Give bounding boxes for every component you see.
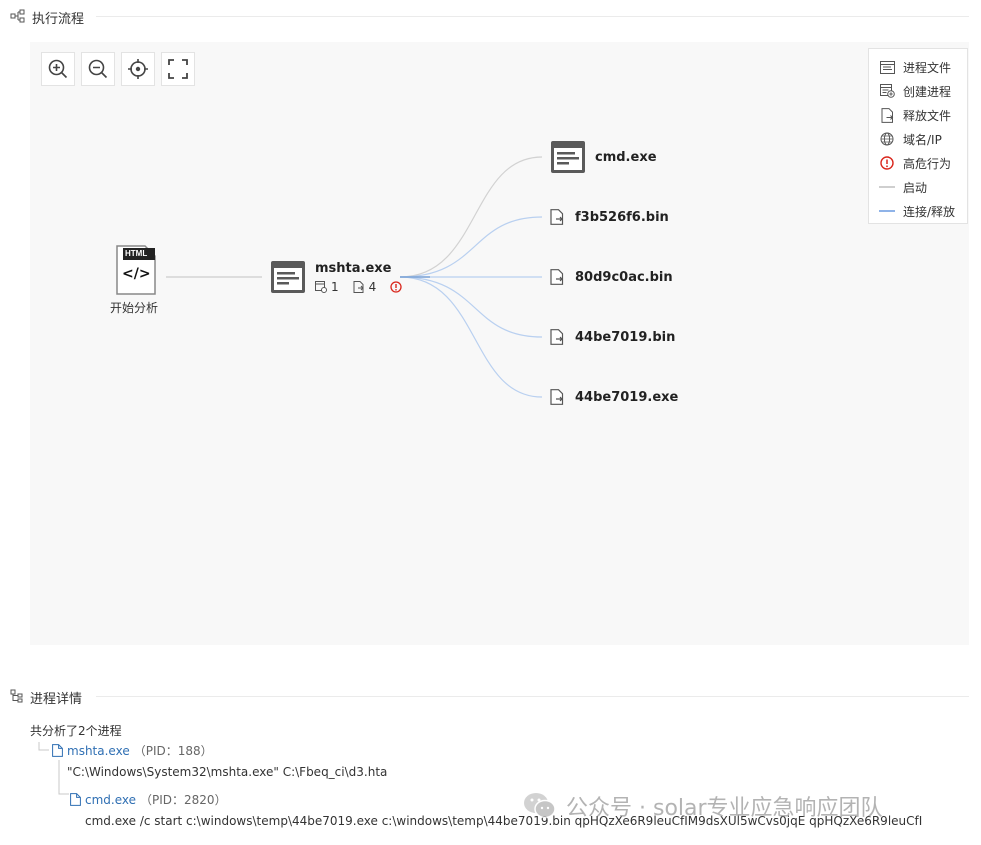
file-node-3[interactable]	[550, 329, 564, 349]
process-count: 1	[331, 280, 339, 294]
file-edge-1	[399, 216, 543, 278]
file-name-2: 80d9c0ac.bin	[575, 270, 673, 285]
flow-tree-icon	[10, 9, 26, 27]
details-section-divider	[96, 696, 969, 697]
details-section-title: 进程详情	[30, 692, 83, 707]
process-window-icon	[551, 141, 585, 173]
create-process-icon	[879, 84, 895, 98]
process-cmdline-1: "C:\Windows\System32\mshta.exe" C:\Fbeq_…	[67, 765, 388, 779]
process-pid: （PID：188）	[133, 744, 213, 758]
legend-item-create-process: 创建进程	[879, 82, 951, 100]
file-count: 4	[368, 280, 377, 294]
file-node-4[interactable]	[550, 389, 564, 409]
legend-item-domain-ip: 域名/IP	[879, 130, 942, 148]
legend-item-start: 启动	[879, 178, 927, 196]
process-link-mshta[interactable]: mshta.exe	[67, 744, 130, 758]
process-link-cmd[interactable]: cmd.exe	[85, 793, 136, 807]
legend-label: 释放文件	[903, 108, 952, 123]
legend-item-release-file: 释放文件	[879, 106, 951, 124]
root-process-node[interactable]	[270, 260, 306, 298]
legend-label: 进程文件	[903, 60, 952, 75]
high-risk-icon	[880, 156, 894, 170]
root-process-stats: 1 4	[315, 280, 402, 294]
html-badge: HTML	[125, 249, 148, 258]
child-process-name: cmd.exe	[595, 150, 657, 165]
watermark-text: 公众号 · solar专业应急响应团队	[566, 796, 883, 821]
release-file-icon	[550, 329, 564, 345]
flow-canvas[interactable]: HTML </> 开始分析 mshta.exe 1 4 cmd.exe f3b5…	[30, 42, 969, 645]
file-name-4: 44be7019.exe	[575, 390, 679, 405]
process-summary: 共分析了2个进程	[30, 724, 122, 738]
release-file-icon	[550, 209, 564, 225]
file-name-1: f3b526f6.bin	[575, 210, 669, 225]
child-process-node[interactable]	[550, 140, 586, 178]
process-row-2: cmd.exe （PID：2820）	[70, 791, 227, 808]
process-file-icon	[879, 60, 895, 74]
file-node-2[interactable]	[550, 269, 564, 289]
start-node[interactable]: HTML </>	[115, 244, 157, 300]
legend-panel: 进程文件 创建进程 释放文件 域名/IP 高危行为 启动 连接/释放	[868, 48, 968, 224]
process-tree-icon	[10, 689, 24, 707]
legend-label: 域名/IP	[903, 132, 942, 147]
process-pid: （PID：2820）	[140, 793, 227, 807]
file-icon	[70, 793, 81, 806]
legend-item-connect: 连接/释放	[879, 202, 955, 220]
flow-section-divider	[96, 16, 969, 17]
process-edge-cmd	[399, 156, 543, 278]
start-label: 开始分析	[110, 301, 159, 315]
file-node-1[interactable]	[550, 209, 564, 229]
details-section-header: 进程详情	[10, 688, 82, 707]
legend-label: 启动	[903, 180, 928, 195]
root-process-name: mshta.exe	[315, 261, 392, 276]
create-process-icon	[315, 281, 327, 293]
file-edge-4	[399, 276, 543, 398]
start-line-swatch	[879, 186, 895, 188]
file-icon	[52, 744, 63, 757]
flow-section-header: 执行流程	[10, 8, 84, 27]
code-glyph: </>	[122, 266, 151, 282]
watermark: 公众号 · solar专业应急响应团队	[522, 790, 883, 822]
release-file-icon	[550, 389, 564, 405]
flow-edges	[166, 156, 543, 398]
file-name-3: 44be7019.bin	[575, 330, 676, 345]
release-file-icon	[353, 281, 364, 293]
domain-ip-icon	[880, 132, 894, 146]
legend-label: 连接/释放	[903, 204, 956, 219]
flow-section-title: 执行流程	[32, 12, 85, 27]
wechat-icon	[524, 793, 556, 819]
legend-label: 创建进程	[903, 84, 952, 99]
release-file-icon	[550, 269, 564, 285]
high-risk-icon	[390, 281, 402, 293]
process-row-1: mshta.exe （PID：188）	[52, 742, 213, 759]
legend-item-process-file: 进程文件	[879, 58, 951, 76]
connect-line-swatch	[879, 210, 895, 212]
process-window-icon	[271, 261, 305, 293]
release-file-icon	[881, 107, 893, 123]
legend-label: 高危行为	[903, 156, 952, 171]
file-edge-3	[399, 276, 543, 338]
legend-item-high-risk: 高危行为	[879, 154, 951, 172]
